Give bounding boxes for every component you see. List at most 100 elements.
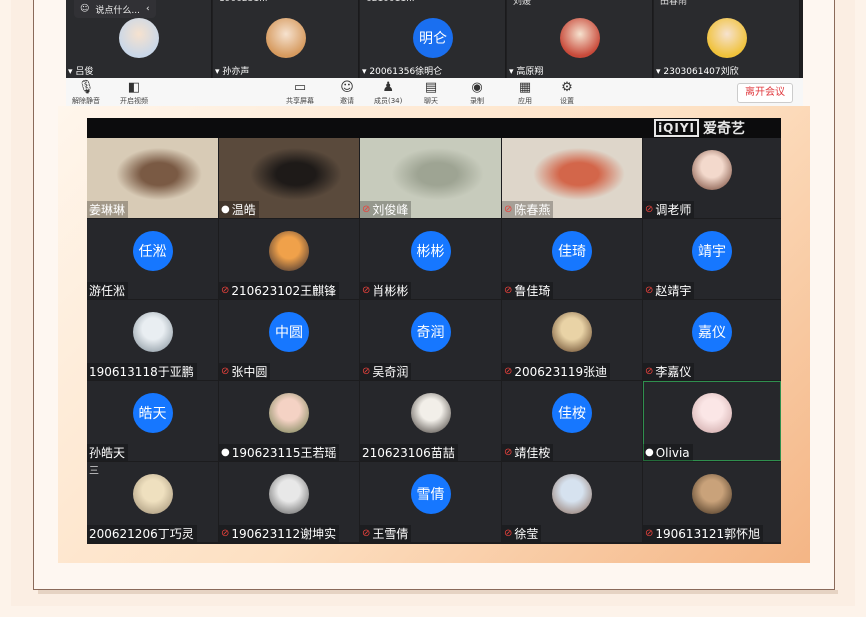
microphone-muted-icon: ⊘	[221, 285, 230, 296]
participant-name: 王雪倩	[372, 527, 409, 541]
participant-name: 190613121郭怀旭	[655, 527, 761, 541]
microphone-muted-icon: ⊘	[645, 528, 654, 539]
record-label: 录制	[470, 97, 484, 105]
participant-tile[interactable]: 皓天 孙皓天	[87, 381, 218, 461]
microphone-icon: ●	[221, 447, 230, 458]
video-button[interactable]: ◧ 开启视频	[120, 81, 148, 106]
participant-tile[interactable]: 190613118于亚鹏	[87, 300, 218, 380]
leave-meeting-button[interactable]: 离开会议	[737, 83, 793, 103]
settings-button[interactable]: ⚙ 设置	[558, 80, 576, 106]
record-button[interactable]: ◉ 录制	[468, 80, 486, 106]
participant-name: 赵靖宇	[655, 284, 692, 298]
participant-name: Olivia	[655, 445, 690, 460]
invite-label: 邀请	[340, 97, 354, 105]
avatar: 佳桉	[552, 393, 592, 433]
microphone-muted-icon: ⊘	[362, 528, 371, 539]
avatar: 彬彬	[410, 231, 451, 271]
top-meeting-screenshot: ▾ 吕俊 1906231... ▾ 孙亦声 6210011... 明仑 ▾ 2006135…	[66, 0, 803, 106]
participant-tile[interactable]: 奇润 ⊘ 吴奇润	[360, 300, 501, 380]
microphone-muted-icon: ⊘	[645, 285, 654, 296]
participant-name: ▾ 2303061407刘欣	[656, 67, 739, 77]
participant-tile[interactable]: 雪倩 ⊘ 王雪倩	[360, 462, 501, 542]
avatar	[410, 393, 451, 433]
invite-button[interactable]: ☺ 邀请	[338, 81, 356, 106]
participant-name-tag: 孙皓天	[87, 444, 129, 461]
participant-tile[interactable]: ● 温皓	[219, 138, 359, 218]
participant-name: 徐莹	[514, 527, 539, 541]
participant-tile[interactable]: ⊘ 刘俊峰	[360, 138, 501, 218]
participant-grid: 姜琳琳 ● 温皓 ⊘ 刘俊峰 ⊘ 陈春燕 ⊘ 调老师 任淞 游任淞 ⊘ 210623102王麒锋 彬彬 ⊘ 肖…	[87, 138, 781, 544]
participant-tile[interactable]: ⊘ 210623102王麒锋	[219, 219, 359, 299]
participant-tile[interactable]: 姜琳琳	[87, 138, 218, 218]
participant-name: 靖佳桉	[514, 446, 551, 460]
participant-tile[interactable]: 200621206丁巧灵三	[87, 462, 218, 542]
participant-tile[interactable]: 佳桉 ⊘ 靖佳桉	[502, 381, 642, 461]
avatar	[269, 231, 309, 271]
share-screen-button[interactable]: ▭ 共享屏幕	[286, 81, 314, 106]
microphone-muted-icon: ⊘	[362, 204, 371, 215]
participant-name: 鲁佳琦	[514, 284, 551, 298]
participant-name: 陈春燕	[514, 203, 551, 217]
top-participant-tile[interactable]: 6210011... 明仑 ▾ 20061356徐明仑	[360, 0, 506, 78]
avatar	[269, 393, 309, 433]
avatar: 奇润	[410, 312, 451, 352]
participant-name-tag: ⊘ 徐莹	[502, 525, 542, 542]
participant-tile[interactable]: 任淞 游任淞	[87, 219, 218, 299]
participant-tile[interactable]: 佳琦 ⊘ 鲁佳琦	[502, 219, 642, 299]
chat-button[interactable]: ▤ 聊天	[422, 80, 440, 106]
top-row-label: 田春雨	[660, 0, 688, 7]
collapse-icon[interactable]: ‹	[146, 4, 150, 14]
apps-button[interactable]: ▦ 应用	[516, 81, 534, 106]
top-row-label: 1906231...	[219, 0, 268, 4]
settings-label: 设置	[560, 97, 574, 105]
participant-tile[interactable]: ⊘ 190613121郭怀旭	[643, 462, 781, 542]
participant-tile[interactable]: ● 190623115王若瑶	[219, 381, 359, 461]
participant-tile[interactable]: ⊘ 调老师	[643, 138, 781, 218]
meeting-screenshot: iQIYI 爱奇艺 姜琳琳 ● 温皓 ⊘ 刘俊峰 ⊘ 陈春燕 ⊘ 调老师 任淞 游任淞 ⊘ 210623…	[87, 118, 781, 544]
participant-tile[interactable]: ⊘ 190623112谢坤实	[219, 462, 359, 542]
avatar	[707, 18, 747, 58]
participant-name: 210623106苗喆	[362, 446, 455, 460]
participant-tile[interactable]: ⊘ 徐莹	[502, 462, 642, 542]
participant-tile[interactable]: 210623106苗喆	[360, 381, 501, 461]
participant-tile[interactable]: ● Olivia	[643, 381, 781, 461]
participant-name-tag: ⊘ 王雪倩	[360, 525, 412, 542]
participant-name: 吴奇润	[372, 365, 409, 379]
participant-name: 李嘉仪	[655, 365, 692, 379]
mute-button[interactable]: 🎙 解除静音	[72, 80, 100, 106]
participant-name: ▾ 吕俊	[68, 67, 94, 77]
participant-tile[interactable]: 彬彬 ⊘ 肖彬彬	[360, 219, 501, 299]
participant-tile[interactable]: ⊘ 陈春燕	[502, 138, 642, 218]
avatar: 靖宇	[692, 231, 732, 271]
top-participant-tile[interactable]: 田春雨 ▾ 2303061407刘欣	[654, 0, 800, 78]
microphone-muted-icon: ⊘	[504, 366, 513, 377]
avatar: 嘉仪	[692, 312, 732, 352]
chat-input-box[interactable]: ☺ 说点什么... ‹	[74, 0, 156, 18]
chat-icon: ▤	[424, 80, 438, 95]
avatar	[692, 150, 732, 190]
top-participant-tile[interactable]: 1906231... ▾ 孙亦声	[213, 0, 359, 78]
participant-tile[interactable]: ⊘ 200623119张迪	[502, 300, 642, 380]
microphone-muted-icon: ⊘	[221, 528, 230, 539]
participant-name: ▾ 高原翔	[509, 67, 544, 77]
iqiyi-logo: iQIYI	[654, 119, 699, 137]
participant-name-tag: ⊘ 200623119张迪	[502, 363, 611, 380]
top-participant-tile[interactable]: 刘媛 ▾ 高原翔	[507, 0, 653, 78]
participant-tile[interactable]: 嘉仪 ⊘ 李嘉仪	[643, 300, 781, 380]
microphone-muted-icon: ⊘	[645, 204, 654, 215]
participant-tile[interactable]: 中圆 ⊘ 张中圆	[219, 300, 359, 380]
microphone-muted-icon: ⊘	[504, 204, 513, 215]
participant-tile[interactable]: 靖宇 ⊘ 赵靖宇	[643, 219, 781, 299]
participant-name-tag: ⊘ 刘俊峰	[360, 201, 412, 218]
avatar: 中圆	[269, 312, 309, 352]
side-mark: 三	[89, 466, 99, 477]
microphone-icon: 🎙	[77, 80, 95, 95]
record-icon: ◉	[471, 80, 483, 95]
gear-icon: ⚙	[561, 80, 573, 95]
participant-name-tag: ⊘ 李嘉仪	[643, 363, 695, 380]
avatar: 佳琦	[552, 231, 592, 271]
avatar	[119, 18, 159, 58]
participant-name-tag: 姜琳琳	[87, 201, 129, 218]
members-button[interactable]: ♟ 成员(34)	[374, 81, 402, 106]
participant-name: 姜琳琳	[89, 203, 126, 217]
